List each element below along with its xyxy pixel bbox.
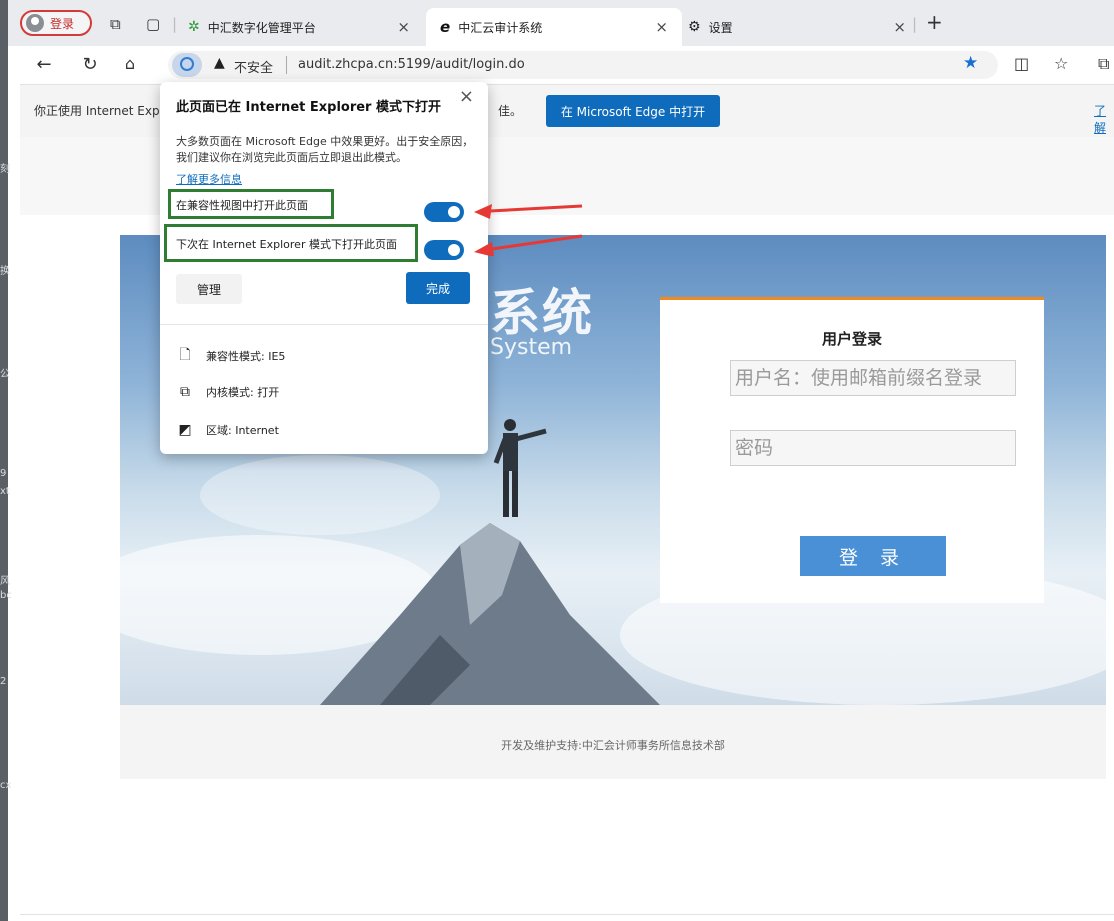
- ie-mode-icon: [180, 57, 194, 71]
- profile-label: 登录: [50, 16, 75, 31]
- hero-subtitle: System: [490, 335, 573, 360]
- tab-divider: |: [172, 15, 178, 33]
- tab-settings[interactable]: ⚙ 设置 ×: [684, 8, 920, 46]
- document-icon: 🗋: [179, 347, 191, 363]
- mountain-peak: [320, 523, 660, 705]
- split-screen-icon[interactable]: ◫: [1014, 54, 1029, 73]
- new-tab-button[interactable]: +: [926, 10, 943, 34]
- close-icon[interactable]: ×: [893, 18, 906, 36]
- popup-description: 大多数页面在 Microsoft Edge 中效果更好。出于安全原因，我们建议你…: [176, 135, 474, 164]
- security-status[interactable]: 不安全: [234, 57, 273, 76]
- zone-row: ◩ 区域: Internet: [176, 422, 279, 438]
- zone-text: 区域: Internet: [206, 424, 279, 437]
- strip-text: 9: [0, 468, 7, 479]
- workspaces-icon[interactable]: ⧉: [110, 15, 121, 33]
- address-divider: [286, 56, 287, 74]
- close-icon[interactable]: ×: [459, 86, 474, 107]
- infobar-text-suffix: 佳。: [498, 104, 523, 118]
- infobar-text: 你正使用 Internet Exp: [34, 104, 160, 118]
- url-text[interactable]: audit.zhcpa.cn:5199/audit/login.do: [298, 57, 525, 72]
- bottom-divider: [20, 914, 1114, 915]
- red-arrow-annotation: [474, 204, 583, 256]
- footer-text: 开发及维护支持:中汇会计师事务所信息技术部: [501, 739, 725, 752]
- learn-more-link[interactable]: 了解: [1094, 102, 1114, 136]
- footer: 开发及维护支持:中汇会计师事务所信息技术部: [120, 705, 1106, 779]
- engine-icon: ⧉: [180, 384, 190, 400]
- favorite-star-icon[interactable]: ★: [963, 53, 978, 73]
- open-in-edge-button[interactable]: 在 Microsoft Edge 中打开: [546, 95, 720, 127]
- strip-text: 2: [0, 676, 7, 687]
- settings-gear-icon: ⚙: [688, 19, 701, 35]
- tab-title: 设置: [708, 20, 733, 35]
- tab-title: 中汇数字化管理平台: [207, 20, 316, 35]
- strip-text: 刻: [0, 164, 10, 175]
- standing-man-figure: [493, 419, 547, 517]
- strip-text: 风: [0, 576, 10, 587]
- tab-strip: 登录 ⧉ ▢ | ✲ 中汇数字化管理平台 × e 中汇云审计系统 × ⚙ 设置 …: [8, 0, 1114, 46]
- gear-app-icon: ✲: [188, 19, 200, 35]
- strip-text: bc: [0, 590, 12, 601]
- home-icon[interactable]: ⌂: [118, 54, 142, 73]
- warning-icon: ▲: [214, 55, 225, 71]
- done-button[interactable]: 完成: [406, 272, 470, 304]
- tab-divider: |: [912, 15, 918, 33]
- popup-divider: [160, 324, 488, 325]
- back-arrow-icon[interactable]: ←: [32, 54, 56, 75]
- compat-view-toggle[interactable]: [424, 202, 464, 222]
- popup-title: 此页面已在 Internet Explorer 模式下打开: [176, 100, 441, 115]
- login-card: 用户登录 用户名：使用邮箱前缀名登录 密码 登 录: [660, 297, 1044, 603]
- ie-mode-next-time-toggle[interactable]: [424, 240, 464, 260]
- ie-mode-next-time-label: 下次在 Internet Explorer 模式下打开此页面: [176, 238, 397, 251]
- compat-mode-text: 兼容性模式: IE5: [206, 350, 286, 363]
- tab-cloud-audit[interactable]: e 中汇云审计系统 ×: [426, 8, 682, 46]
- zone-icon: ◩: [178, 422, 192, 438]
- strip-text: 公: [0, 369, 10, 380]
- tab-digital-platform[interactable]: ✲ 中汇数字化管理平台 ×: [184, 8, 424, 46]
- favorites-list-icon[interactable]: ☆: [1054, 54, 1068, 73]
- login-button[interactable]: 登 录: [800, 536, 946, 576]
- profile-button[interactable]: 登录: [20, 10, 92, 36]
- manage-button[interactable]: 管理: [176, 274, 242, 304]
- collections-icon[interactable]: ⧉: [1098, 54, 1109, 74]
- background-window-strip: 刻 换 公 9 xt 风 bc 2 cx: [0, 0, 12, 921]
- address-toolbar: ← ↻ ⌂ ▲ 不安全 audit.zhcpa.cn:5199/audit/lo…: [8, 46, 1114, 84]
- profile-avatar-icon: [26, 14, 44, 32]
- compat-view-label: 在兼容性视图中打开此页面: [176, 199, 308, 212]
- strip-text: 换: [0, 266, 10, 277]
- strip-text: cx: [0, 780, 12, 791]
- tab-title: 中汇云审计系统: [458, 20, 543, 35]
- ie-logo-icon: e: [440, 18, 451, 36]
- tab-actions-icon[interactable]: ▢: [146, 15, 160, 33]
- login-title: 用户登录: [821, 330, 882, 348]
- close-icon[interactable]: ×: [655, 18, 668, 36]
- username-input[interactable]: 用户名：使用邮箱前缀名登录: [730, 360, 1016, 396]
- ie-mode-popup: 此页面已在 Internet Explorer 模式下打开 × 大多数页面在 M…: [160, 82, 488, 454]
- address-bar[interactable]: ▲ 不安全 audit.zhcpa.cn:5199/audit/login.do…: [168, 51, 998, 79]
- password-input[interactable]: 密码: [730, 430, 1016, 466]
- engine-mode-row: ⧉ 内核模式: 打开: [176, 384, 279, 400]
- learn-more-link[interactable]: 了解更多信息: [176, 171, 242, 187]
- refresh-icon[interactable]: ↻: [78, 54, 102, 75]
- close-icon[interactable]: ×: [397, 18, 410, 36]
- compat-mode-row: 🗋 兼容性模式: IE5: [176, 344, 285, 368]
- engine-mode-text: 内核模式: 打开: [206, 386, 280, 399]
- strip-text: xt: [0, 486, 10, 497]
- ie-mode-button[interactable]: [172, 53, 202, 77]
